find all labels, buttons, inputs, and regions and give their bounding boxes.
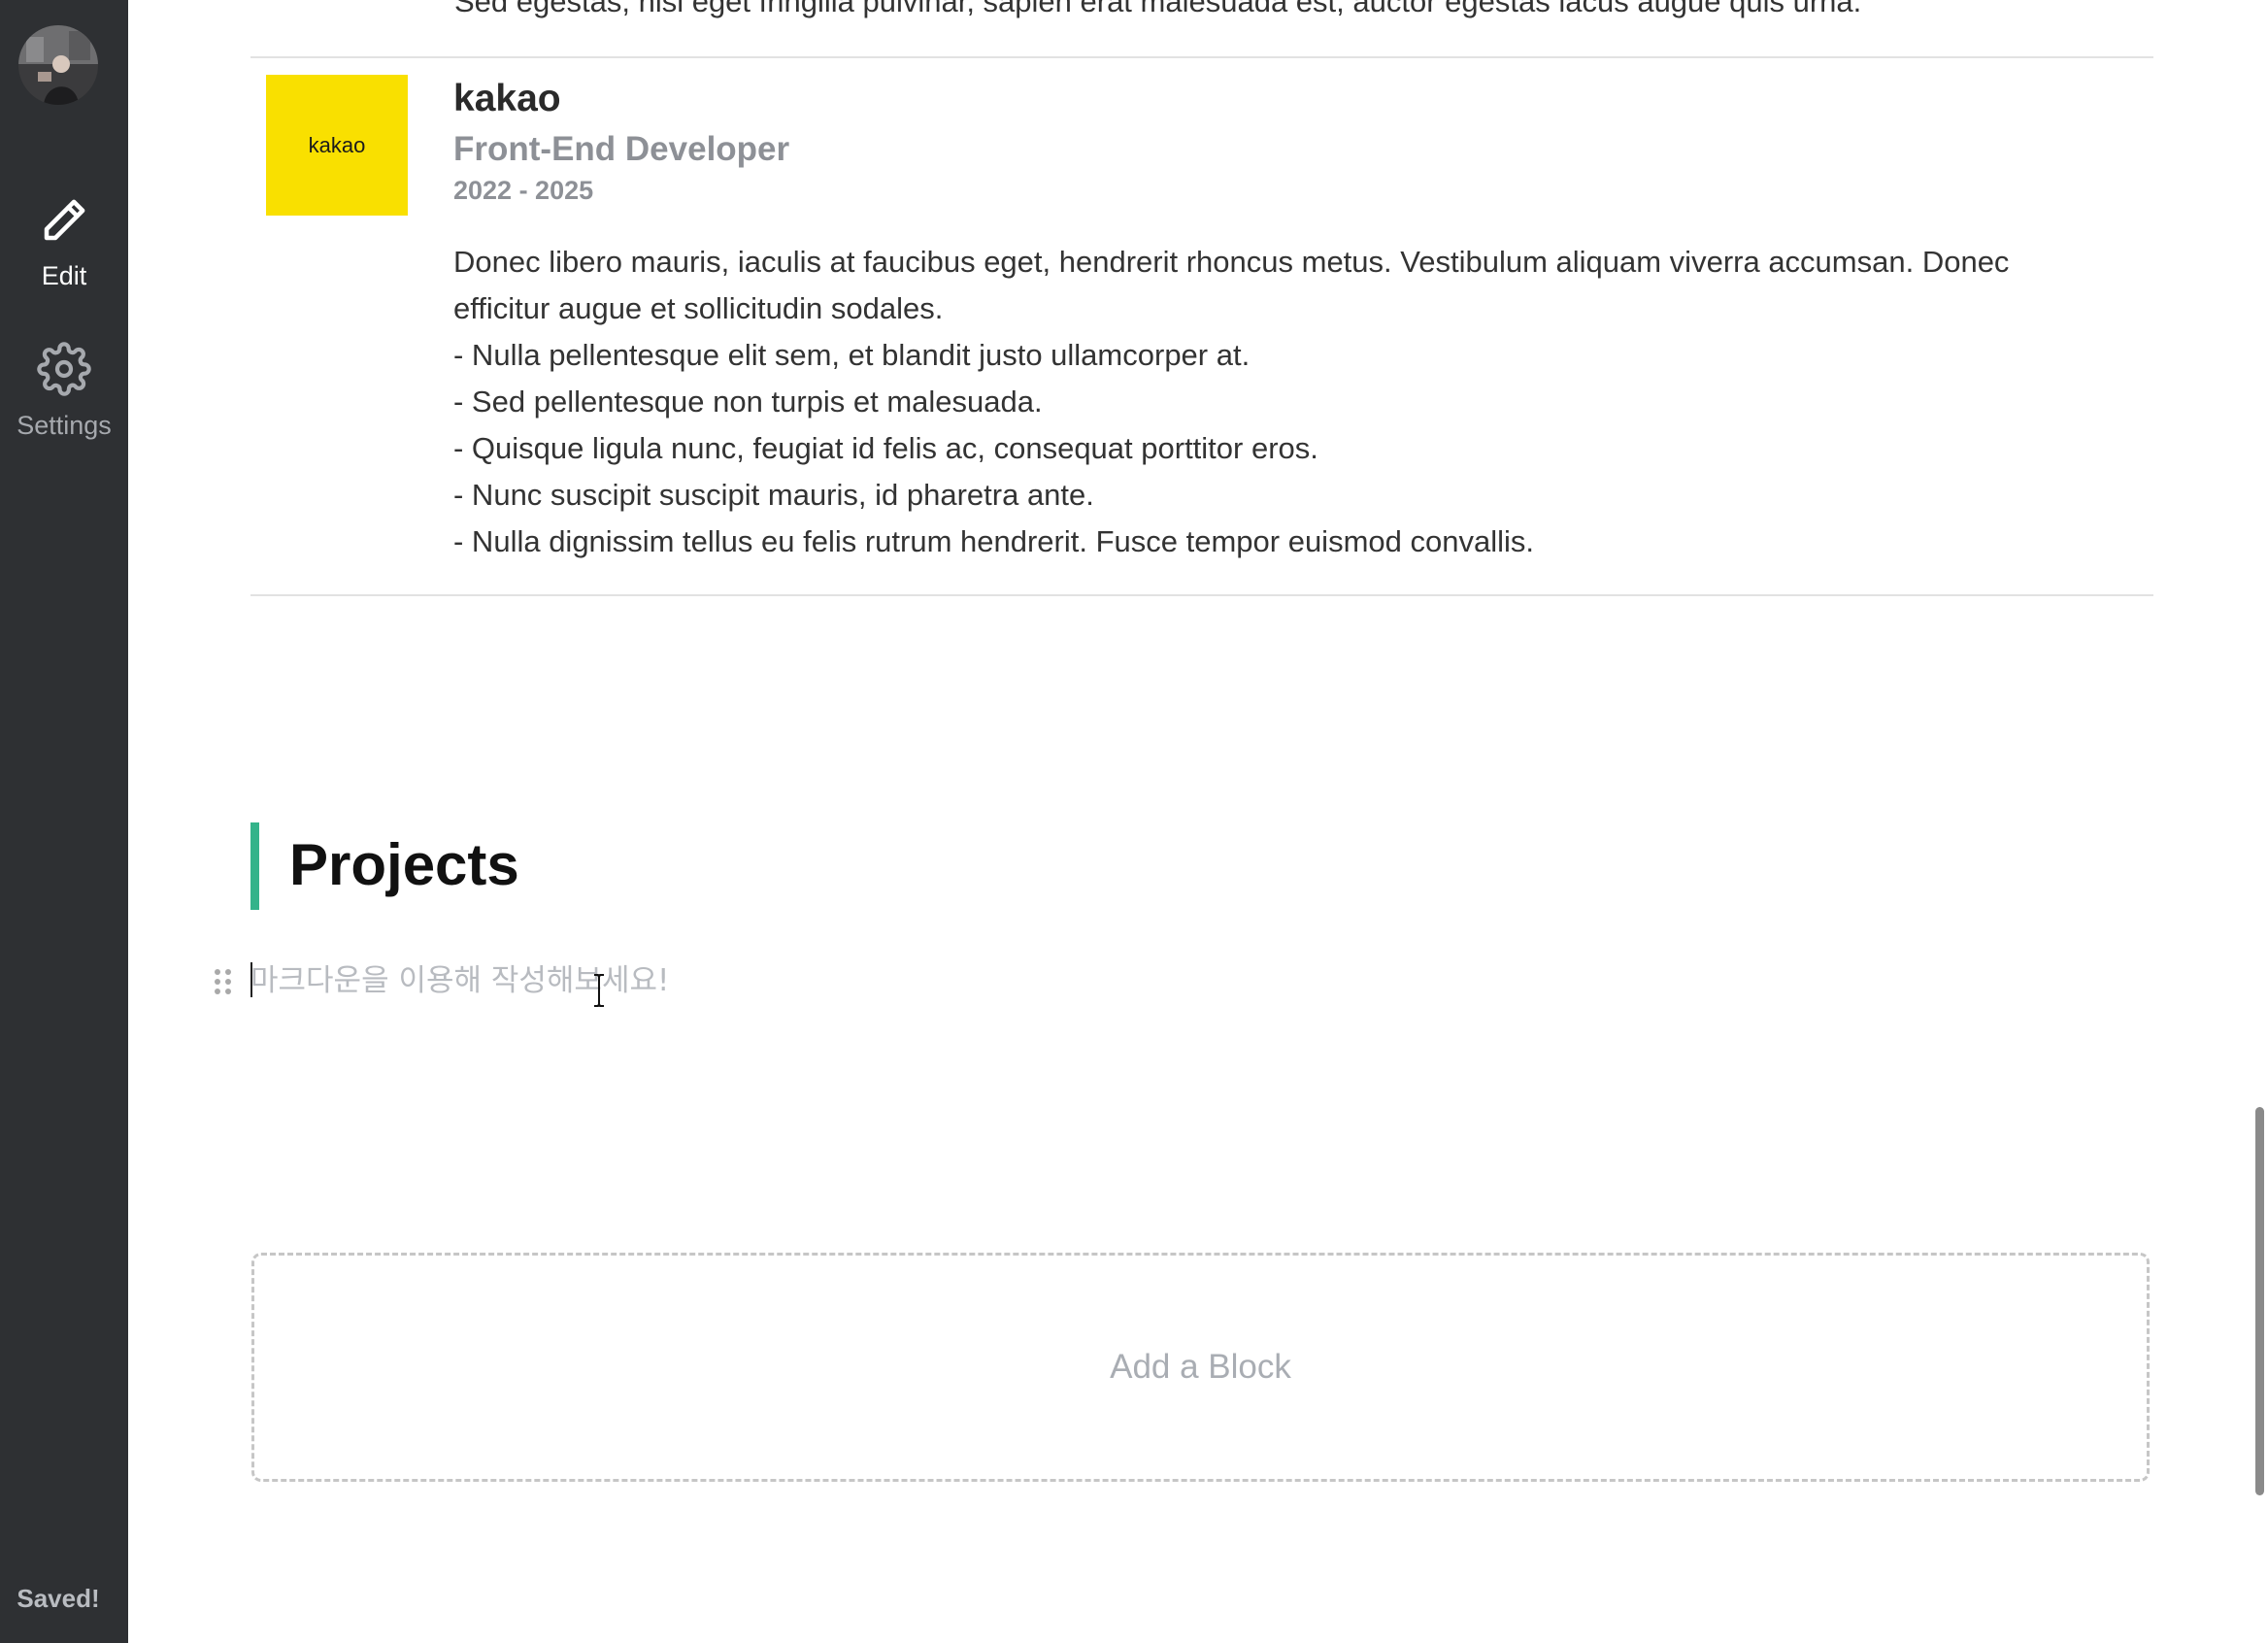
company-name: kakao xyxy=(453,78,561,119)
description-line: - Quisque ligula nunc, feugiat id felis … xyxy=(453,431,1318,465)
company-logo-text: kakao xyxy=(308,132,366,157)
job-description: Donec libero mauris, iaculis at faucibus… xyxy=(453,239,2133,565)
gear-icon xyxy=(37,342,91,400)
add-block-label: Add a Block xyxy=(1110,1348,1291,1386)
description-line: - Sed pellentesque non turpis et malesua… xyxy=(453,385,1043,419)
add-block-button[interactable]: Add a Block xyxy=(251,1253,2150,1482)
edit-button[interactable]: Edit xyxy=(0,194,128,291)
divider xyxy=(250,594,2153,596)
sidebar: Edit Settings Saved! xyxy=(0,0,128,1643)
pencil-icon xyxy=(38,199,90,251)
description-line: efficitur augue et sollicitudin sodales. xyxy=(453,291,944,325)
description-line: - Nulla pellentesque elit sem, et blandi… xyxy=(453,338,1251,372)
markdown-editor-input[interactable] xyxy=(250,959,1707,1002)
job-period: 2022 - 2025 xyxy=(453,176,594,205)
text-caret xyxy=(250,962,252,997)
company-logo: kakao xyxy=(266,75,408,216)
description-line: - Nulla dignissim tellus eu felis rutrum… xyxy=(453,524,1534,558)
description-line: - Nunc suscipit suscipit mauris, id phar… xyxy=(453,478,1094,512)
section-accent-bar xyxy=(250,822,259,910)
save-status: Saved! xyxy=(17,1584,100,1613)
section-title: Projects xyxy=(289,832,519,897)
settings-label: Settings xyxy=(17,411,112,440)
divider xyxy=(250,56,2153,58)
scrollbar-thumb[interactable] xyxy=(2255,1107,2264,1495)
drag-handle-icon[interactable] xyxy=(214,969,233,996)
ibeam-cursor-icon xyxy=(592,974,606,1012)
previous-entry-text: Sed egestas, nisi eget fringilla pulvina… xyxy=(454,0,1862,18)
description-line: Donec libero mauris, iaculis at faucibus… xyxy=(453,245,2010,279)
avatar[interactable] xyxy=(18,25,98,105)
settings-button[interactable]: Settings xyxy=(0,342,128,441)
job-role: Front-End Developer xyxy=(453,130,790,168)
edit-label: Edit xyxy=(41,261,87,290)
